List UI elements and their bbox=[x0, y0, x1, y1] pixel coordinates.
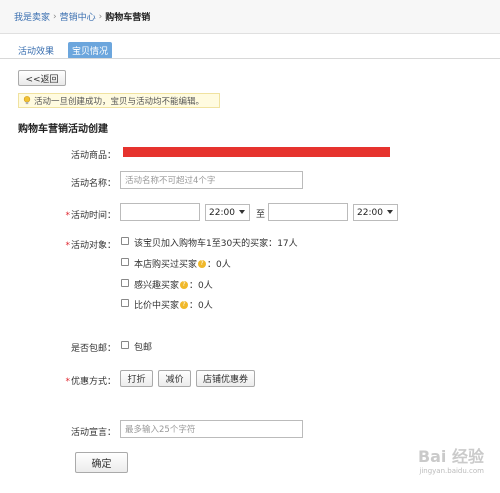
help-icon[interactable]: ? bbox=[180, 300, 189, 309]
activity-name-input[interactable]: 活动名称不可超过4个字 bbox=[120, 171, 303, 189]
target-option-cart: 该宝贝加入购物车1至30天的买家： 17人 bbox=[134, 239, 298, 249]
target-checkbox-interested[interactable] bbox=[121, 279, 129, 287]
tab-activity-effect[interactable]: 活动效果 bbox=[14, 42, 58, 59]
baidu-watermark: Bai 经验 jingyan.baidu.com bbox=[417, 447, 484, 475]
target-checkbox-comparing[interactable] bbox=[121, 299, 129, 307]
notice-text: 活动一旦创建成功，宝贝与活动均不能编辑。 bbox=[34, 96, 205, 107]
target-option-interested: 感兴趣买家?： 0人 bbox=[134, 280, 213, 291]
shipping-label: 是否包邮： bbox=[70, 344, 116, 354]
breadcrumb-current: 购物车营销 bbox=[105, 13, 151, 23]
page-title: 购物车营销活动创建 bbox=[18, 124, 108, 135]
notice-banner: 活动一旦创建成功，宝贝与活动均不能编辑。 bbox=[18, 93, 220, 108]
tab-bar: 活动效果 宝贝情况 bbox=[14, 42, 113, 59]
target-option-comparing: 比价中买家?： 0人 bbox=[134, 300, 213, 311]
chevron-down-icon bbox=[387, 210, 393, 214]
lightbulb-icon bbox=[23, 96, 31, 105]
start-date-input[interactable] bbox=[120, 203, 200, 221]
target-checkbox-purchased[interactable] bbox=[121, 258, 129, 266]
tab-item-status[interactable]: 宝贝情况 bbox=[68, 42, 113, 59]
breadcrumb-separator: › bbox=[98, 11, 103, 22]
time-separator: 至 bbox=[256, 210, 266, 220]
discount-button-coupon[interactable]: 店铺优惠券 bbox=[196, 370, 255, 387]
target-label: *活动对象： bbox=[65, 241, 116, 251]
slogan-label: 活动宣言： bbox=[70, 428, 116, 438]
discount-label: *优惠方式： bbox=[65, 377, 116, 387]
breadcrumb-separator: › bbox=[53, 11, 57, 22]
target-checkbox-cart[interactable] bbox=[121, 237, 129, 245]
back-button[interactable]: <<返回 bbox=[18, 70, 66, 86]
free-shipping-checkbox[interactable] bbox=[121, 341, 129, 349]
slogan-input[interactable]: 最多输入25个字符 bbox=[120, 420, 303, 438]
required-star: * bbox=[65, 211, 70, 221]
breadcrumb-seller[interactable]: 我是卖家 bbox=[14, 10, 50, 23]
end-date-input[interactable] bbox=[268, 203, 348, 221]
breadcrumb-marketing-center[interactable]: 营销中心 bbox=[60, 10, 96, 23]
confirm-button[interactable]: 确定 bbox=[75, 452, 128, 473]
start-hour-select[interactable]: 22:00 bbox=[205, 204, 250, 221]
help-icon[interactable]: ? bbox=[180, 280, 189, 289]
time-label: *活动时间： bbox=[65, 211, 116, 221]
product-label: 活动商品： bbox=[70, 151, 116, 161]
required-star: * bbox=[65, 377, 70, 387]
discount-button-reduce[interactable]: 减价 bbox=[158, 370, 191, 387]
discount-button-percent[interactable]: 打折 bbox=[120, 370, 153, 387]
chevron-down-icon bbox=[239, 210, 245, 214]
tab-divider bbox=[0, 58, 500, 59]
end-hour-select[interactable]: 22:00 bbox=[353, 204, 398, 221]
help-icon[interactable]: ? bbox=[198, 259, 207, 268]
target-option-purchased: 本店购买过买家?： 0人 bbox=[134, 259, 231, 270]
name-label: 活动名称： bbox=[70, 179, 116, 189]
redacted-product-bar bbox=[123, 147, 390, 157]
free-shipping-option: 包邮 bbox=[134, 343, 153, 353]
required-star: * bbox=[65, 241, 70, 251]
breadcrumb: 我是卖家 › 营销中心 › 购物车营销 bbox=[0, 0, 500, 34]
